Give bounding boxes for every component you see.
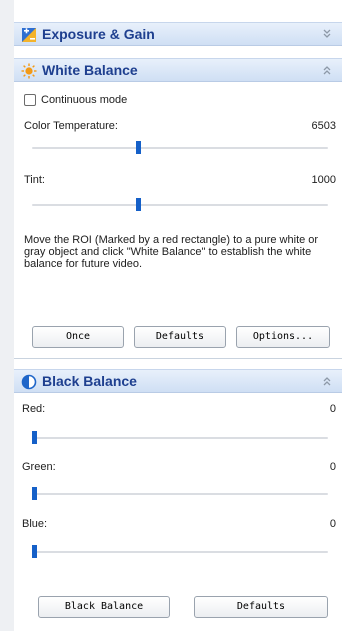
tint-value: 1000 xyxy=(311,174,336,186)
white-balance-defaults-button[interactable]: Defaults xyxy=(134,326,226,348)
red-value: 0 xyxy=(329,403,336,415)
tint-label: Tint: xyxy=(24,174,45,186)
left-border-strip xyxy=(0,0,14,631)
black-balance-title: Black Balance xyxy=(42,373,137,389)
tint-slider-track[interactable] xyxy=(32,204,328,206)
double-chevron-up-icon[interactable] xyxy=(320,374,334,388)
exposure-gain-header[interactable]: Exposure & Gain xyxy=(14,22,342,46)
black-balance-section: Black Balance Red: 0 Green: 0 Blue: 0 Bl… xyxy=(14,369,342,631)
camera-settings-panel: Exposure & Gain White Balance Continuous… xyxy=(0,0,342,631)
color-temperature-label: Color Temperature: xyxy=(24,120,118,132)
red-slider-thumb[interactable] xyxy=(32,431,37,444)
green-label: Green: xyxy=(22,461,56,473)
white-balance-header[interactable]: White Balance xyxy=(14,58,342,82)
white-balance-title: White Balance xyxy=(42,62,138,78)
color-temperature-slider[interactable] xyxy=(32,138,328,158)
color-temperature-value: 6503 xyxy=(311,120,336,132)
contrast-circle-icon xyxy=(21,374,37,390)
red-slider-track[interactable] xyxy=(32,437,328,439)
blue-slider-thumb[interactable] xyxy=(32,545,37,558)
blue-slider[interactable] xyxy=(32,542,328,562)
black-balance-button[interactable]: Black Balance xyxy=(38,596,170,618)
once-button[interactable]: Once xyxy=(32,326,124,348)
blue-label: Blue: xyxy=(22,518,48,530)
black-balance-header[interactable]: Black Balance xyxy=(14,369,342,393)
continuous-mode-checkbox[interactable] xyxy=(24,94,36,106)
tint-slider[interactable] xyxy=(32,195,328,215)
red-label: Red: xyxy=(22,403,46,415)
exposure-icon xyxy=(22,28,36,42)
sun-icon xyxy=(21,63,37,79)
options-button[interactable]: Options... xyxy=(236,326,330,348)
green-slider-thumb[interactable] xyxy=(32,487,37,500)
section-divider xyxy=(14,358,342,359)
double-chevron-down-icon[interactable] xyxy=(320,27,334,41)
green-value: 0 xyxy=(329,461,336,473)
blue-slider-track[interactable] xyxy=(32,551,328,553)
black-balance-defaults-button[interactable]: Defaults xyxy=(194,596,328,618)
color-temperature-slider-track[interactable] xyxy=(32,147,328,149)
green-slider[interactable] xyxy=(32,484,328,504)
white-balance-instructions: Move the ROI (Marked by a red rectangle)… xyxy=(24,234,319,270)
double-chevron-up-icon[interactable] xyxy=(320,63,334,77)
color-temperature-slider-thumb[interactable] xyxy=(135,141,141,154)
green-slider-track[interactable] xyxy=(32,493,328,495)
blue-value: 0 xyxy=(329,518,336,530)
white-balance-section: White Balance Continuous mode Color Temp… xyxy=(14,58,342,358)
exposure-gain-section: Exposure & Gain xyxy=(14,22,342,46)
continuous-mode-label: Continuous mode xyxy=(41,94,128,106)
tint-slider-thumb[interactable] xyxy=(135,198,141,211)
red-slider[interactable] xyxy=(32,428,328,448)
exposure-gain-title: Exposure & Gain xyxy=(42,26,155,42)
